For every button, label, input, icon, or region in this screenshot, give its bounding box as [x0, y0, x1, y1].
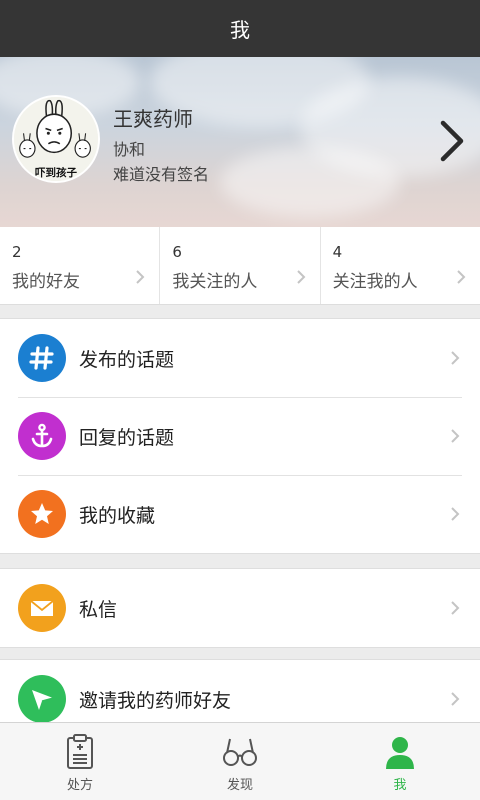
- avatar-image: 吓到孩子: [14, 97, 98, 181]
- menu-item-label: 发布的话题: [79, 348, 175, 371]
- menu-item-private-message[interactable]: 私信: [0, 569, 480, 647]
- chevron-right-icon: [296, 270, 306, 284]
- star-icon: [18, 490, 66, 538]
- tab-label: 处方: [66, 778, 93, 793]
- chevron-right-icon: [451, 507, 460, 521]
- page-title: 我: [230, 18, 250, 42]
- stat-following[interactable]: 6 我关注的人: [159, 227, 319, 304]
- menu-item-replied-topics[interactable]: 回复的话题: [0, 397, 480, 475]
- stat-count: 6: [172, 243, 182, 261]
- menu-item-label: 私信: [79, 598, 118, 621]
- tab-me[interactable]: 我: [320, 723, 480, 800]
- avatar-caption: 吓到孩子: [35, 166, 77, 179]
- mail-icon: [18, 584, 66, 632]
- menu-item-label: 邀请我的药师好友: [79, 689, 232, 712]
- tab-label: 发现: [226, 778, 253, 793]
- stat-count: 4: [332, 243, 343, 261]
- user-name: 王爽药师: [113, 107, 193, 131]
- person-icon: [386, 737, 414, 769]
- title-bar: 我: [0, 0, 480, 57]
- glasses-icon: [223, 738, 257, 766]
- chevron-right-icon: [451, 351, 460, 365]
- chevron-right-icon: [136, 270, 145, 284]
- user-organization: 协和: [113, 140, 146, 159]
- stats-bar: 2 我的好友 6 我关注的人 4 关注我的人: [0, 227, 480, 305]
- chevron-right-icon: [457, 270, 466, 284]
- user-signature: 难道没有签名: [113, 165, 210, 184]
- tab-prescription[interactable]: 处方: [0, 723, 160, 800]
- profile-header[interactable]: 吓到孩子 王爽药师 协和 难道没有签名: [0, 57, 480, 227]
- avatar[interactable]: 吓到孩子: [12, 95, 100, 183]
- menu-item-favorites[interactable]: 我的收藏: [0, 475, 480, 553]
- chevron-right-icon: [451, 601, 460, 615]
- chevron-right-icon: [451, 692, 460, 706]
- menu-item-published-topics[interactable]: 发布的话题: [0, 319, 480, 397]
- hash-icon: [18, 334, 66, 382]
- stat-count: 2: [12, 243, 22, 261]
- bottom-tab-bar: 处方 发现 我: [0, 722, 480, 800]
- chevron-right-icon: [451, 429, 460, 443]
- tab-label: 我: [393, 778, 407, 793]
- paper-plane-icon: [18, 675, 66, 723]
- menu-item-label: 我的收藏: [79, 504, 156, 527]
- stat-followers[interactable]: 4 关注我的人: [319, 227, 480, 304]
- menu-group-messages: 私信: [0, 568, 480, 648]
- tab-discover[interactable]: 发现: [160, 723, 320, 800]
- anchor-icon: [18, 412, 66, 460]
- chevron-right-icon[interactable]: [436, 119, 466, 163]
- stat-friends[interactable]: 2 我的好友: [0, 227, 159, 304]
- menu-group-topics: 发布的话题 回复的话题 我的收藏: [0, 318, 480, 554]
- clipboard-icon: [67, 734, 93, 769]
- menu-item-label: 回复的话题: [79, 426, 175, 449]
